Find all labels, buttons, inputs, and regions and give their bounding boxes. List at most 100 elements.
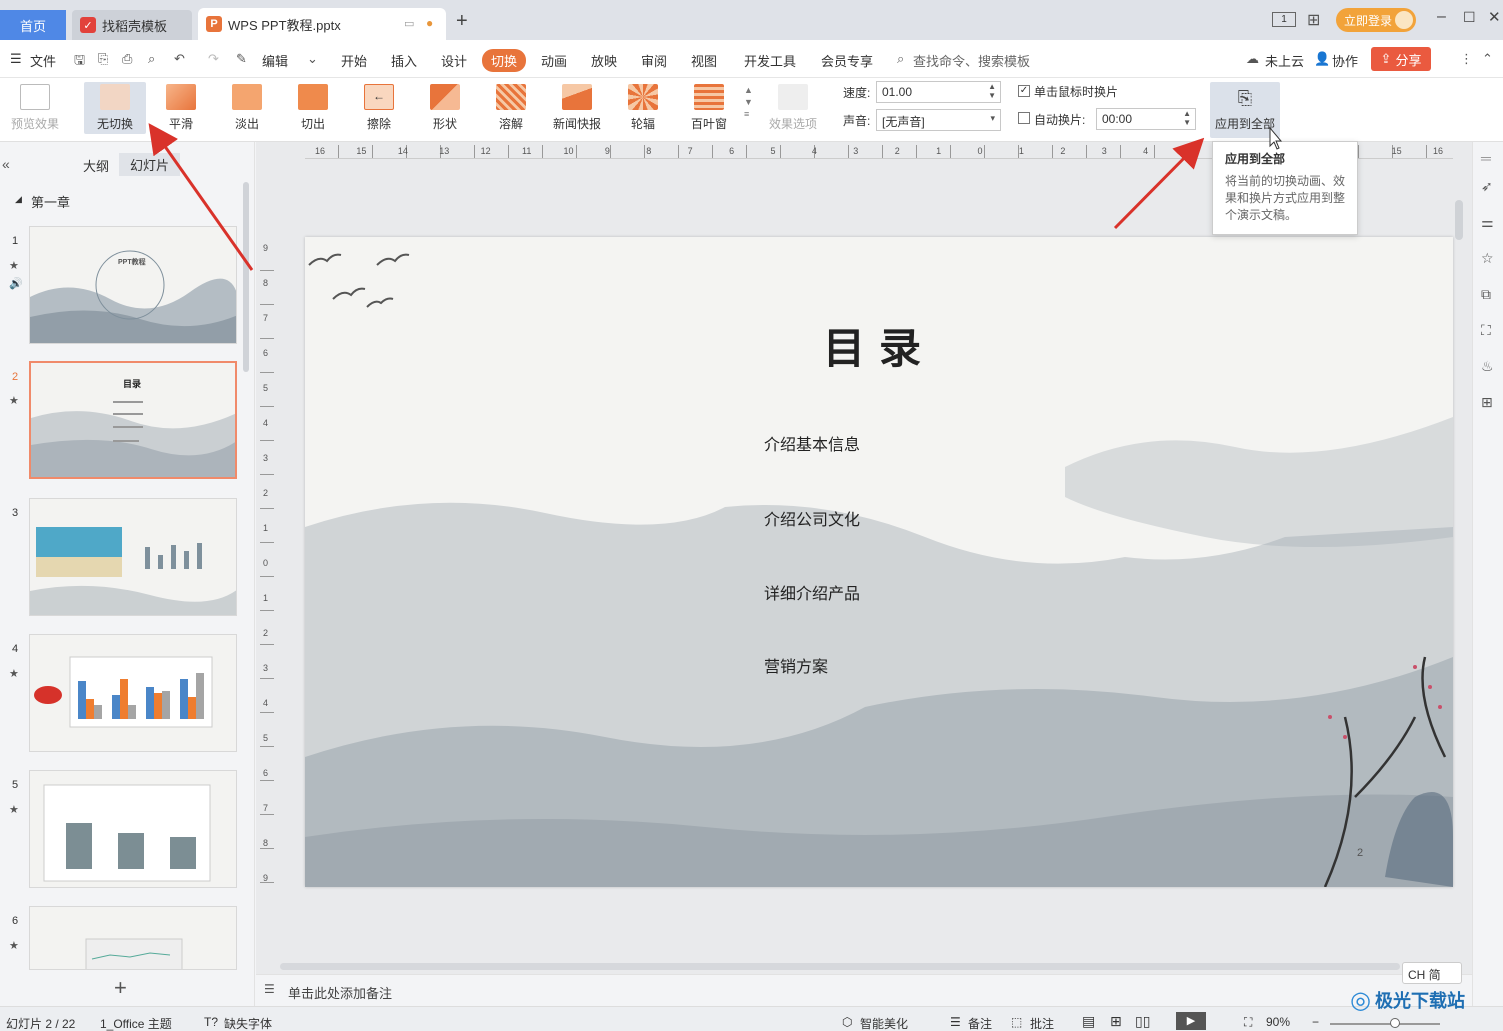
transition-fade[interactable]: 淡出 — [216, 82, 278, 134]
slide-thumbnail-6[interactable] — [29, 906, 237, 970]
share-button[interactable]: ⇪ 分享 — [1371, 47, 1431, 71]
transition-cut[interactable]: 切出 — [282, 82, 344, 134]
menu-file[interactable]: 文件 — [30, 51, 56, 70]
slide-title[interactable]: 目录 — [305, 315, 1453, 376]
toc-item[interactable]: 介绍公司文化 — [764, 506, 860, 530]
menu-animation[interactable]: 动画 — [541, 51, 567, 70]
beautify-button[interactable]: 智能美化 — [860, 1015, 908, 1031]
maximize-icon[interactable]: ☐ — [1463, 9, 1476, 26]
print-icon[interactable]: ⎙ — [122, 51, 132, 67]
auto-time-input[interactable]: 00:00 ▲ ▼ — [1096, 108, 1196, 130]
transition-wipe[interactable]: ← 擦除 — [348, 82, 410, 134]
play-button[interactable]: ▶ — [1176, 1012, 1206, 1030]
fit-icon[interactable]: ⛶ — [1244, 1015, 1252, 1030]
notes-placeholder[interactable]: 单击此处添加备注 — [288, 983, 392, 1002]
zoom-slider[interactable] — [1330, 1023, 1440, 1025]
login-button[interactable]: 立即登录 — [1336, 8, 1416, 32]
toc-item[interactable]: 介绍基本信息 — [764, 431, 860, 455]
collab-button[interactable]: 协作 — [1332, 51, 1358, 70]
auto-advance-checkbox[interactable] — [1018, 112, 1030, 124]
spinner-icon[interactable]: ▲ ▼ — [1183, 109, 1191, 127]
save-icon[interactable]: 🖫 — [74, 51, 85, 73]
panel-scrollbar[interactable] — [243, 182, 249, 372]
horizontal-scrollbar[interactable] — [280, 963, 1400, 970]
search-command[interactable]: 查找命令、搜索模板 — [913, 51, 1030, 70]
bulb-icon[interactable]: ♨ — [1481, 358, 1494, 375]
transition-wheel[interactable]: 轮辐 — [612, 82, 674, 134]
notes-area[interactable]: ☰ 单击此处添加备注 — [256, 974, 1472, 1006]
reading-view-icon[interactable]: ▯▯ — [1135, 1013, 1150, 1030]
vertical-scrollbar[interactable] — [1455, 200, 1463, 240]
monitor-icon[interactable]: ▭ — [404, 17, 414, 30]
export-pdf-icon[interactable]: ⎘ — [98, 51, 108, 67]
collapse-ribbon-icon[interactable]: ⌃ — [1482, 51, 1493, 67]
slide-thumbnail-5[interactable] — [29, 770, 237, 888]
zoom-out-icon[interactable]: − — [1312, 1015, 1319, 1029]
more-icon[interactable]: ⋮ — [1460, 51, 1473, 67]
comments-toggle[interactable]: 批注 — [1030, 1015, 1054, 1031]
menu-start[interactable]: 开始 — [341, 51, 367, 70]
toc-item[interactable]: 营销方案 — [764, 653, 828, 677]
chevron-down-icon[interactable]: ⌄ — [307, 51, 318, 67]
search-icon[interactable]: ⌕ — [897, 51, 904, 67]
menu-edit[interactable]: 编辑 — [262, 51, 288, 70]
tab-home[interactable]: 首页 — [0, 10, 66, 40]
slide-thumbnail-4[interactable] — [29, 634, 237, 752]
menu-insert[interactable]: 插入 — [391, 51, 417, 70]
undo-icon[interactable]: ↶ — [174, 51, 185, 67]
settings-sliders-icon[interactable]: ⚌ — [1481, 214, 1494, 231]
notes-toggle[interactable]: 备注 — [968, 1015, 992, 1031]
cloud-status[interactable]: 未上云 — [1265, 51, 1304, 70]
slide-thumbnail-2[interactable]: 目录 — [29, 361, 237, 479]
menu-devtools[interactable]: 开发工具 — [744, 51, 796, 70]
toc-item[interactable]: 详细介绍产品 — [764, 580, 860, 604]
speed-input[interactable]: 01.00 ▲ ▼ — [876, 81, 1001, 103]
on-click-checkbox[interactable]: ✓ — [1018, 85, 1030, 97]
preview-button[interactable]: 预览效果 — [2, 82, 68, 134]
apply-all-button[interactable]: ⎘ 应用到全部 — [1210, 82, 1280, 138]
menu-review[interactable]: 审阅 — [641, 51, 667, 70]
sound-select[interactable]: [无声音] ▾ — [876, 109, 1001, 131]
page-indicator-icon[interactable]: 1 — [1272, 12, 1296, 27]
print-preview-icon[interactable]: ⌕ — [148, 51, 155, 67]
minimize-icon[interactable]: – — [1437, 8, 1446, 26]
slide-2[interactable]: 目录 介绍基本信息 介绍公司文化 详细介绍产品 营销方案 2 — [305, 237, 1453, 887]
spinner-icon[interactable]: ▲ ▼ — [988, 82, 996, 100]
book-icon[interactable]: ⊞ — [1481, 394, 1493, 411]
gallery-scroll-icon[interactable]: ▲ ▼ ≡ — [744, 84, 753, 120]
slide-thumbnail-1[interactable]: PPT教程 — [29, 226, 237, 344]
missing-font[interactable]: 缺失字体 — [224, 1015, 272, 1031]
sorter-view-icon[interactable]: ⊞ — [1110, 1013, 1122, 1030]
menu-design[interactable]: 设计 — [441, 51, 467, 70]
close-icon[interactable]: ✕ — [1488, 8, 1501, 26]
theme-name[interactable]: 1_Office 主题 — [100, 1015, 172, 1031]
normal-view-icon[interactable]: ▤ — [1082, 1013, 1095, 1030]
section-collapse-icon[interactable]: ◢ — [15, 194, 22, 205]
format-painter-icon[interactable]: ✎ — [236, 51, 247, 67]
slide-thumbnail-3[interactable] — [29, 498, 237, 616]
add-slide-button[interactable]: + — [114, 975, 127, 1001]
new-tab-button[interactable]: + — [456, 10, 468, 33]
menu-transition[interactable]: 切换 — [482, 49, 527, 72]
zoom-level[interactable]: 90% — [1266, 1015, 1290, 1029]
image-icon[interactable]: ⛶ — [1481, 322, 1491, 339]
hamburger-icon[interactable]: ☰ — [10, 51, 22, 67]
grid-apps-icon[interactable]: ⊞ — [1307, 10, 1320, 30]
transition-dissolve[interactable]: 溶解 — [480, 82, 542, 134]
tab-slides[interactable]: 幻灯片 — [119, 153, 181, 176]
transition-blinds[interactable]: 百叶窗 — [678, 82, 740, 134]
tab-document[interactable]: P WPS PPT教程.pptx ▭ ● — [198, 8, 446, 40]
transition-none[interactable]: 无切换 — [84, 82, 146, 134]
menu-slideshow[interactable]: 放映 — [591, 51, 617, 70]
section-title[interactable]: 第一章 — [31, 192, 70, 211]
star-outline-icon[interactable]: ☆ — [1481, 250, 1494, 267]
menu-member[interactable]: 会员专享 — [821, 51, 873, 70]
slides-icon[interactable]: ⧉ — [1481, 286, 1491, 303]
redo-icon[interactable]: ↷ — [208, 51, 219, 67]
tab-template[interactable]: ✓ 找稻壳模板 — [72, 10, 192, 40]
rocket-icon[interactable]: ➶ — [1481, 178, 1493, 195]
transition-news[interactable]: 新闻快报 — [546, 82, 608, 134]
menu-view[interactable]: 视图 — [691, 51, 717, 70]
transition-shape[interactable]: 形状 — [414, 82, 476, 134]
transition-smooth[interactable]: 平滑 — [150, 82, 212, 134]
